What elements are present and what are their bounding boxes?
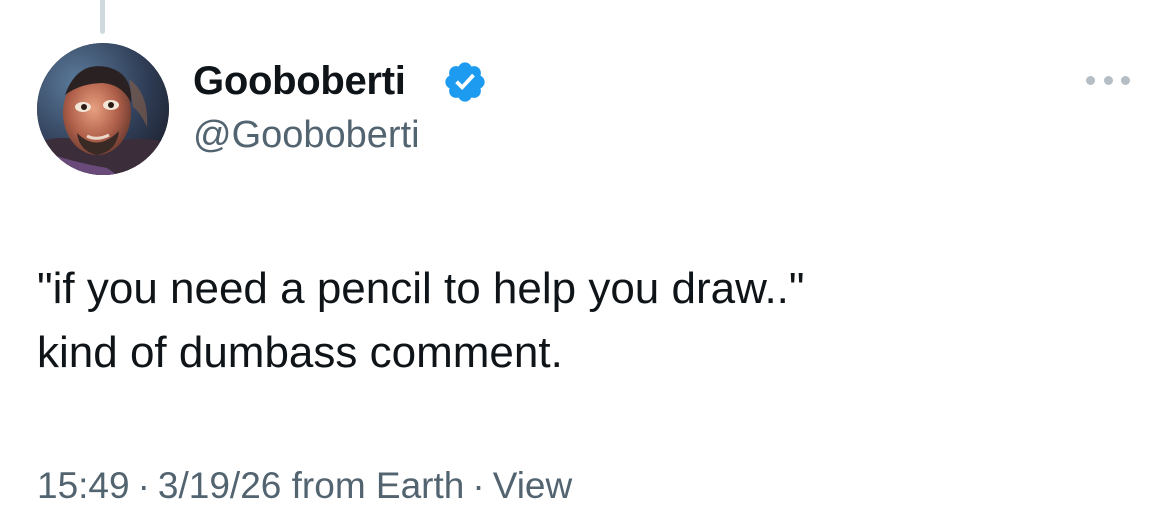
tweet-text-line: "if you need a pencil to help you draw..… <box>37 264 805 313</box>
tweet-text-line: kind of dumbass comment. <box>37 328 563 377</box>
meta-separator: · <box>137 465 150 506</box>
meta-separator: · <box>472 465 485 506</box>
avatar-image <box>37 43 169 175</box>
views-link[interactable]: View <box>493 465 573 506</box>
tweet-meta: 15:49 · 3/19/26 from Earth · View <box>37 464 572 508</box>
display-name[interactable]: Gooboberti <box>193 58 406 104</box>
more-dot <box>1103 75 1113 85</box>
more-dot <box>1086 75 1095 85</box>
tweet-date-source[interactable]: 3/19/26 from Earth <box>158 465 464 506</box>
thread-connector-line <box>100 0 105 34</box>
avatar[interactable] <box>37 43 169 175</box>
tweet-text: "if you need a pencil to help you draw..… <box>37 257 1117 385</box>
verified-badge-icon <box>445 62 485 102</box>
more-dot <box>1121 75 1130 85</box>
user-handle[interactable]: @Gooboberti <box>193 113 420 157</box>
tweet-time[interactable]: 15:49 <box>37 465 130 506</box>
more-options-icon[interactable] <box>1086 71 1130 89</box>
